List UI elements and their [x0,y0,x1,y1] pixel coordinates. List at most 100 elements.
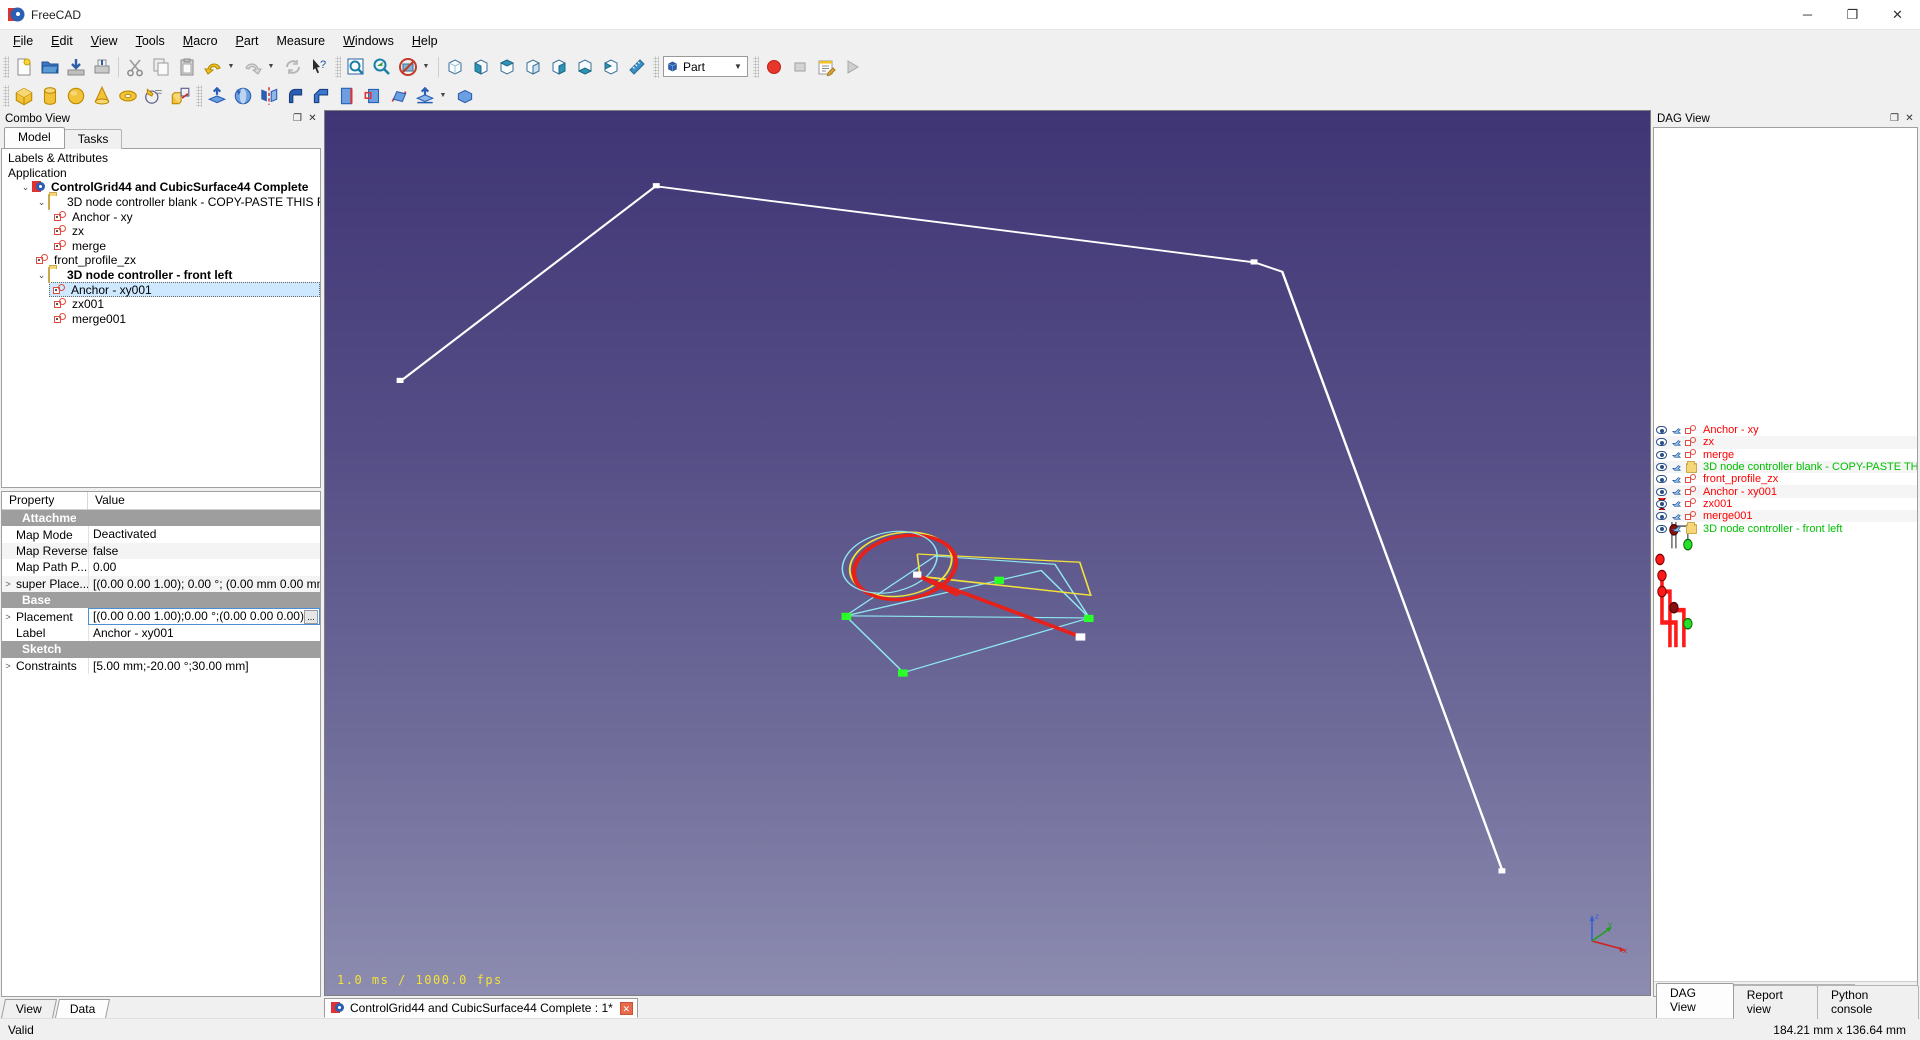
menu-macro[interactable]: Macro [174,31,227,51]
tree-item-merge[interactable]: merge [2,239,320,254]
section-dropdown-icon[interactable]: ▼ [438,83,452,109]
revolve-icon[interactable] [230,83,256,109]
new-document-icon[interactable] [11,54,37,80]
menu-windows[interactable]: Windows [334,31,403,51]
refresh-icon[interactable] [280,54,306,80]
property-row-label[interactable]: Label Anchor - xy001 [2,624,320,642]
property-group-base[interactable]: Base [2,591,320,609]
draw-style-dropdown-icon[interactable]: ▼ [421,54,435,80]
chamfer-icon[interactable] [308,83,334,109]
visibility-eye-icon[interactable] [1654,463,1669,472]
close-panel-icon[interactable]: ✕ [306,112,319,125]
tree-item-zx[interactable]: zx [2,224,320,239]
print-document-icon[interactable] [89,54,115,80]
macro-record-icon[interactable] [761,54,787,80]
float-panel-icon[interactable]: ❐ [291,112,304,125]
dag-canvas[interactable]: Anchor - xy zx merge 3D node controller … [1654,128,1917,981]
redo-dropdown-icon[interactable]: ▼ [266,54,280,80]
bottom-view-icon[interactable] [572,54,598,80]
tree-item-application[interactable]: Application [2,166,320,181]
cone-icon[interactable] [89,83,115,109]
redo-icon[interactable] [240,54,266,80]
dag-graph[interactable]: Anchor - xy zx merge 3D node controller … [1653,127,1918,997]
close-panel-icon[interactable]: ✕ [1903,112,1916,125]
touched-icon[interactable] [1669,425,1684,436]
minimize-button[interactable]: ─ [1785,0,1830,30]
dag-row[interactable]: zx [1654,436,1917,449]
property-row-constraints[interactable]: > Constraints [5.00 mm;-20.00 °;30.00 mm… [2,657,320,674]
tree-item-anchor-xy001[interactable]: Anchor - xy001 [49,282,320,297]
property-value[interactable]: [(0.00 0.00 1.00); 0.00 °; (0.00 mm 0.00… [88,575,320,592]
dag-row[interactable]: merge [1654,449,1917,461]
copy-icon[interactable] [148,54,174,80]
visibility-eye-icon[interactable] [1654,499,1669,508]
property-value[interactable]: Deactivated [88,526,320,543]
tab-report-view[interactable]: Report view [1732,985,1818,1019]
dag-row[interactable]: zx001 [1654,498,1917,510]
visibility-eye-icon[interactable] [1654,438,1669,447]
touched-icon[interactable] [1669,486,1684,497]
toolbar-grip[interactable] [3,55,9,78]
loft-icon[interactable] [360,83,386,109]
property-group-sketch[interactable]: Sketch [2,641,320,658]
close-tab-icon[interactable]: ✕ [619,1001,633,1015]
dag-row[interactable]: 3D node controller blank - COPY-PASTE TH… [1654,460,1917,474]
menu-tools[interactable]: Tools [127,31,174,51]
touched-icon[interactable] [1669,462,1684,473]
shape-builder-icon[interactable] [167,83,193,109]
cut-icon[interactable] [122,54,148,80]
menu-edit[interactable]: Edit [42,31,82,51]
touched-icon[interactable] [1669,511,1684,522]
3d-viewport[interactable]: 1.0 ms / 1000.0 fps z x y [324,110,1651,996]
close-button[interactable]: ✕ [1875,0,1920,30]
tab-tasks[interactable]: Tasks [63,129,123,149]
visibility-eye-icon[interactable] [1654,426,1669,435]
workbench-toolbar-grip[interactable] [653,55,659,78]
property-row-map-reversed[interactable]: Map Reversed false [2,542,320,560]
tree-item-folder-blank[interactable]: ⌄ 3D node controller blank - COPY-PASTE … [2,194,320,211]
chevron-down-icon[interactable]: ⌄ [35,197,48,208]
extrude-icon[interactable] [204,83,230,109]
expander-icon[interactable]: > [2,661,14,671]
dag-row[interactable]: front_profile_zx [1654,473,1917,485]
macro-edit-icon[interactable] [813,54,839,80]
property-value[interactable]: [5.00 mm;-20.00 °;30.00 mm] [88,657,320,674]
offset-icon[interactable] [452,83,478,109]
ruled-surface-icon[interactable] [334,83,360,109]
menu-view[interactable]: View [82,31,127,51]
float-panel-icon[interactable]: ❐ [1888,112,1901,125]
fit-all-icon[interactable] [343,54,369,80]
visibility-eye-icon[interactable] [1654,524,1669,533]
maximize-button[interactable]: ❐ [1830,0,1875,30]
property-row-super-placement[interactable]: > super Place... [(0.00 0.00 1.00); 0.00… [2,575,320,592]
dag-row[interactable]: merge001 [1654,510,1917,523]
save-document-icon[interactable] [63,54,89,80]
dag-row[interactable]: Anchor - xy [1654,424,1917,436]
tab-model[interactable]: Model [4,127,65,148]
axonometric-view-icon[interactable] [442,54,468,80]
chevron-down-icon[interactable]: ⌄ [35,270,48,281]
top-view-icon[interactable] [494,54,520,80]
sphere-icon[interactable] [63,83,89,109]
tree-item-merge001[interactable]: merge001 [2,312,320,327]
touched-icon[interactable] [1669,449,1684,460]
draw-style-icon[interactable] [395,54,421,80]
tab-data[interactable]: Data [54,999,111,1018]
visibility-eye-icon[interactable] [1654,512,1669,521]
fit-selection-icon[interactable] [369,54,395,80]
property-row-map-mode[interactable]: Map Mode Deactivated [2,526,320,543]
sweep-icon[interactable] [386,83,412,109]
part-primitives-grip[interactable] [3,84,9,107]
cylinder-icon[interactable] [37,83,63,109]
right-view-icon[interactable] [520,54,546,80]
macro-stop-icon[interactable] [787,54,813,80]
primitives-icon[interactable] [141,83,167,109]
dag-row[interactable]: 3D node controller - front left [1654,522,1917,535]
touched-icon[interactable] [1669,523,1684,534]
property-value[interactable]: Anchor - xy001 [88,624,320,642]
fillet-icon[interactable] [282,83,308,109]
model-tree[interactable]: Labels & Attributes Application ⌄ Contro… [1,148,321,488]
visibility-eye-icon[interactable] [1654,487,1669,496]
property-row-placement[interactable]: > Placement [(0.00 0.00 1.00);0.00 °;(0.… [2,608,320,626]
navigation-axis-cross[interactable]: z x y [1582,909,1628,955]
